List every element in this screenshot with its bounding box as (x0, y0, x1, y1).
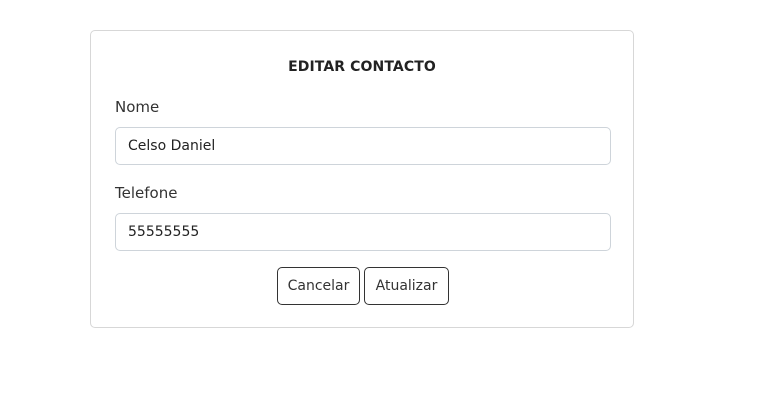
telefone-input[interactable] (115, 213, 611, 251)
form-title: EDITAR CONTACTO (288, 59, 436, 75)
nome-input[interactable] (115, 127, 611, 165)
update-button[interactable]: Atualizar (364, 267, 449, 305)
telefone-label: Telefone (115, 184, 178, 202)
cancel-button[interactable]: Cancelar (277, 267, 360, 305)
nome-label: Nome (115, 98, 160, 116)
edit-contact-card: EDITAR CONTACTO Nome Telefone Cancelar A… (90, 30, 634, 328)
